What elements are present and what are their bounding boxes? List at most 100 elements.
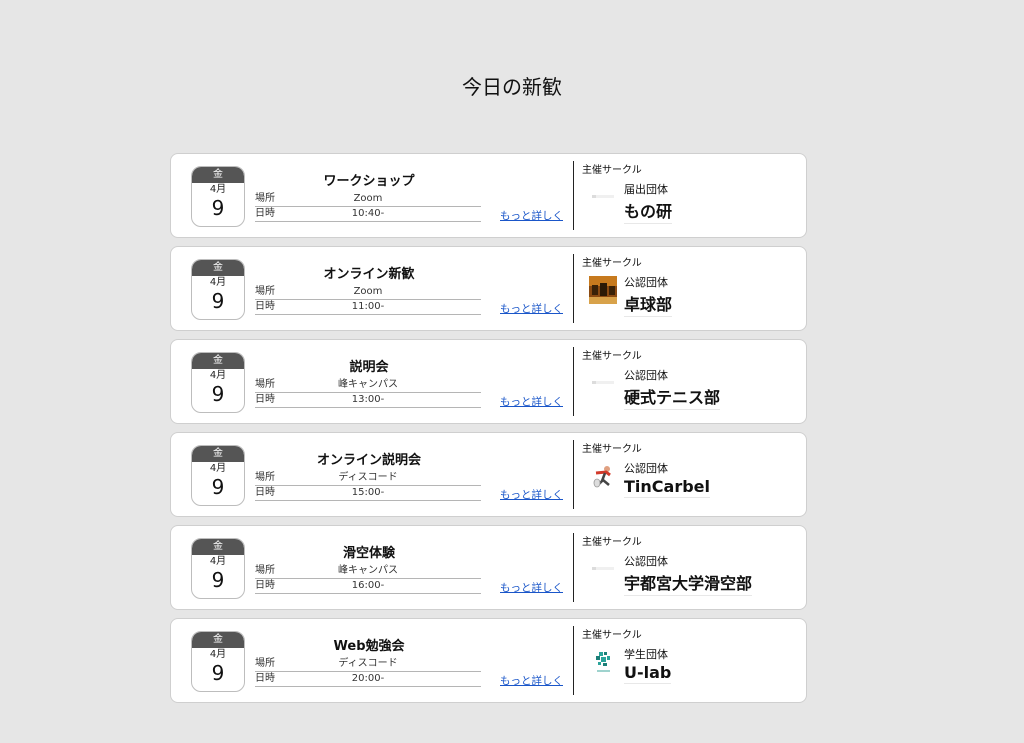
time-label: 日時 <box>255 673 275 684</box>
host-type: 届出団体 <box>624 183 668 196</box>
calendar-day: 9 <box>211 475 225 499</box>
place-row: 場所 ディスコード <box>255 657 481 672</box>
placeholder-logo-icon <box>588 554 618 584</box>
event-title: ワークショップ <box>323 174 415 189</box>
divider <box>573 254 574 323</box>
host-label: 主催サークル <box>582 258 642 269</box>
place-value: ディスコード <box>338 658 398 669</box>
more-details-link[interactable]: もっと詳しく <box>500 580 563 595</box>
calendar-weekday: 金 <box>192 632 244 648</box>
host-label: 主催サークル <box>582 537 642 548</box>
place-value: Zoom <box>353 286 383 297</box>
calendar-day: 9 <box>211 661 225 685</box>
place-value: 峰キャンパス <box>338 379 398 390</box>
event-card: 金 4月 9 Web勉強会 場所 ディスコード 日時 20:00- もっと詳しく… <box>170 618 807 703</box>
event-title: オンライン説明会 <box>316 453 421 468</box>
host-type: 学生団体 <box>624 648 668 661</box>
time-label: 日時 <box>255 487 275 498</box>
calendar-day: 9 <box>211 289 225 313</box>
time-row: 日時 20:00- <box>255 672 481 687</box>
place-label: 場所 <box>255 565 275 576</box>
host-name[interactable]: もの研 <box>624 198 673 224</box>
calendar-month: 4月 <box>209 184 227 195</box>
place-row: 場所 峰キャンパス <box>255 378 481 393</box>
time-label: 日時 <box>255 208 275 219</box>
time-row: 日時 16:00- <box>255 579 481 594</box>
host-type: 公認団体 <box>624 462 668 475</box>
divider <box>573 161 574 230</box>
calendar-icon: 金 4月 9 <box>191 352 245 413</box>
calendar-weekday: 金 <box>192 446 244 462</box>
time-label: 日時 <box>255 301 275 312</box>
event-title: Web勉強会 <box>333 639 405 654</box>
page-title: 今日の新歓 <box>462 75 562 100</box>
time-label: 日時 <box>255 394 275 405</box>
photo-logo-icon <box>588 275 618 305</box>
time-row: 日時 11:00- <box>255 300 481 315</box>
calendar-weekday: 金 <box>192 260 244 276</box>
place-value: Zoom <box>353 193 383 204</box>
time-value: 10:40- <box>351 208 385 219</box>
more-details-link[interactable]: もっと詳しく <box>500 673 563 688</box>
place-label: 場所 <box>255 379 275 390</box>
more-details-link[interactable]: もっと詳しく <box>500 208 563 223</box>
event-card: 金 4月 9 説明会 場所 峰キャンパス 日時 13:00- もっと詳しく 主催… <box>170 339 807 424</box>
calendar-month: 4月 <box>209 649 227 660</box>
event-title: オンライン新歓 <box>323 267 415 282</box>
time-value: 15:00- <box>351 487 385 498</box>
host-name[interactable]: 卓球部 <box>624 291 673 317</box>
place-label: 場所 <box>255 472 275 483</box>
event-title: 滑空体験 <box>342 546 395 561</box>
ulab-logo-icon <box>588 647 618 677</box>
more-details-link[interactable]: もっと詳しく <box>500 487 563 502</box>
event-card: 金 4月 9 ワークショップ 場所 Zoom 日時 10:40- もっと詳しく … <box>170 153 807 238</box>
host-label: 主催サークル <box>582 630 642 641</box>
host-type: 公認団体 <box>624 276 668 289</box>
event-card: 金 4月 9 オンライン新歓 場所 Zoom 日時 11:00- もっと詳しく … <box>170 246 807 331</box>
place-row: 場所 Zoom <box>255 192 481 207</box>
time-value: 13:00- <box>351 394 385 405</box>
calendar-month: 4月 <box>209 370 227 381</box>
event-card: 金 4月 9 オンライン説明会 場所 ディスコード 日時 15:00- もっと詳… <box>170 432 807 517</box>
calendar-weekday: 金 <box>192 167 244 183</box>
place-label: 場所 <box>255 658 275 669</box>
figure-logo-icon <box>588 461 618 491</box>
calendar-icon: 金 4月 9 <box>191 259 245 320</box>
host-type: 公認団体 <box>624 555 668 568</box>
calendar-weekday: 金 <box>192 539 244 555</box>
time-value: 20:00- <box>351 673 385 684</box>
calendar-icon: 金 4月 9 <box>191 445 245 506</box>
time-label: 日時 <box>255 580 275 591</box>
host-label: 主催サークル <box>582 444 642 455</box>
placeholder-logo-icon <box>588 368 618 398</box>
divider <box>573 626 574 695</box>
more-details-link[interactable]: もっと詳しく <box>500 394 563 409</box>
place-row: 場所 峰キャンパス <box>255 564 481 579</box>
place-label: 場所 <box>255 193 275 204</box>
event-title: 説明会 <box>349 360 389 375</box>
host-name[interactable]: TinCarbel <box>624 477 711 498</box>
calendar-day: 9 <box>211 196 225 220</box>
time-row: 日時 10:40- <box>255 207 481 222</box>
more-details-link[interactable]: もっと詳しく <box>500 301 563 316</box>
time-value: 11:00- <box>351 301 385 312</box>
time-value: 16:00- <box>351 580 385 591</box>
place-value: ディスコード <box>338 472 398 483</box>
host-type: 公認団体 <box>624 369 668 382</box>
host-name[interactable]: 宇都宮大学滑空部 <box>624 570 753 596</box>
time-row: 日時 15:00- <box>255 486 481 501</box>
calendar-day: 9 <box>211 568 225 592</box>
divider <box>573 440 574 509</box>
host-name[interactable]: 硬式テニス部 <box>624 384 721 410</box>
host-name[interactable]: U-lab <box>624 663 672 684</box>
place-value: 峰キャンパス <box>338 565 398 576</box>
time-row: 日時 13:00- <box>255 393 481 408</box>
calendar-day: 9 <box>211 382 225 406</box>
calendar-month: 4月 <box>209 277 227 288</box>
calendar-month: 4月 <box>209 556 227 567</box>
calendar-icon: 金 4月 9 <box>191 631 245 692</box>
calendar-weekday: 金 <box>192 353 244 369</box>
place-label: 場所 <box>255 286 275 297</box>
calendar-month: 4月 <box>209 463 227 474</box>
calendar-icon: 金 4月 9 <box>191 166 245 227</box>
